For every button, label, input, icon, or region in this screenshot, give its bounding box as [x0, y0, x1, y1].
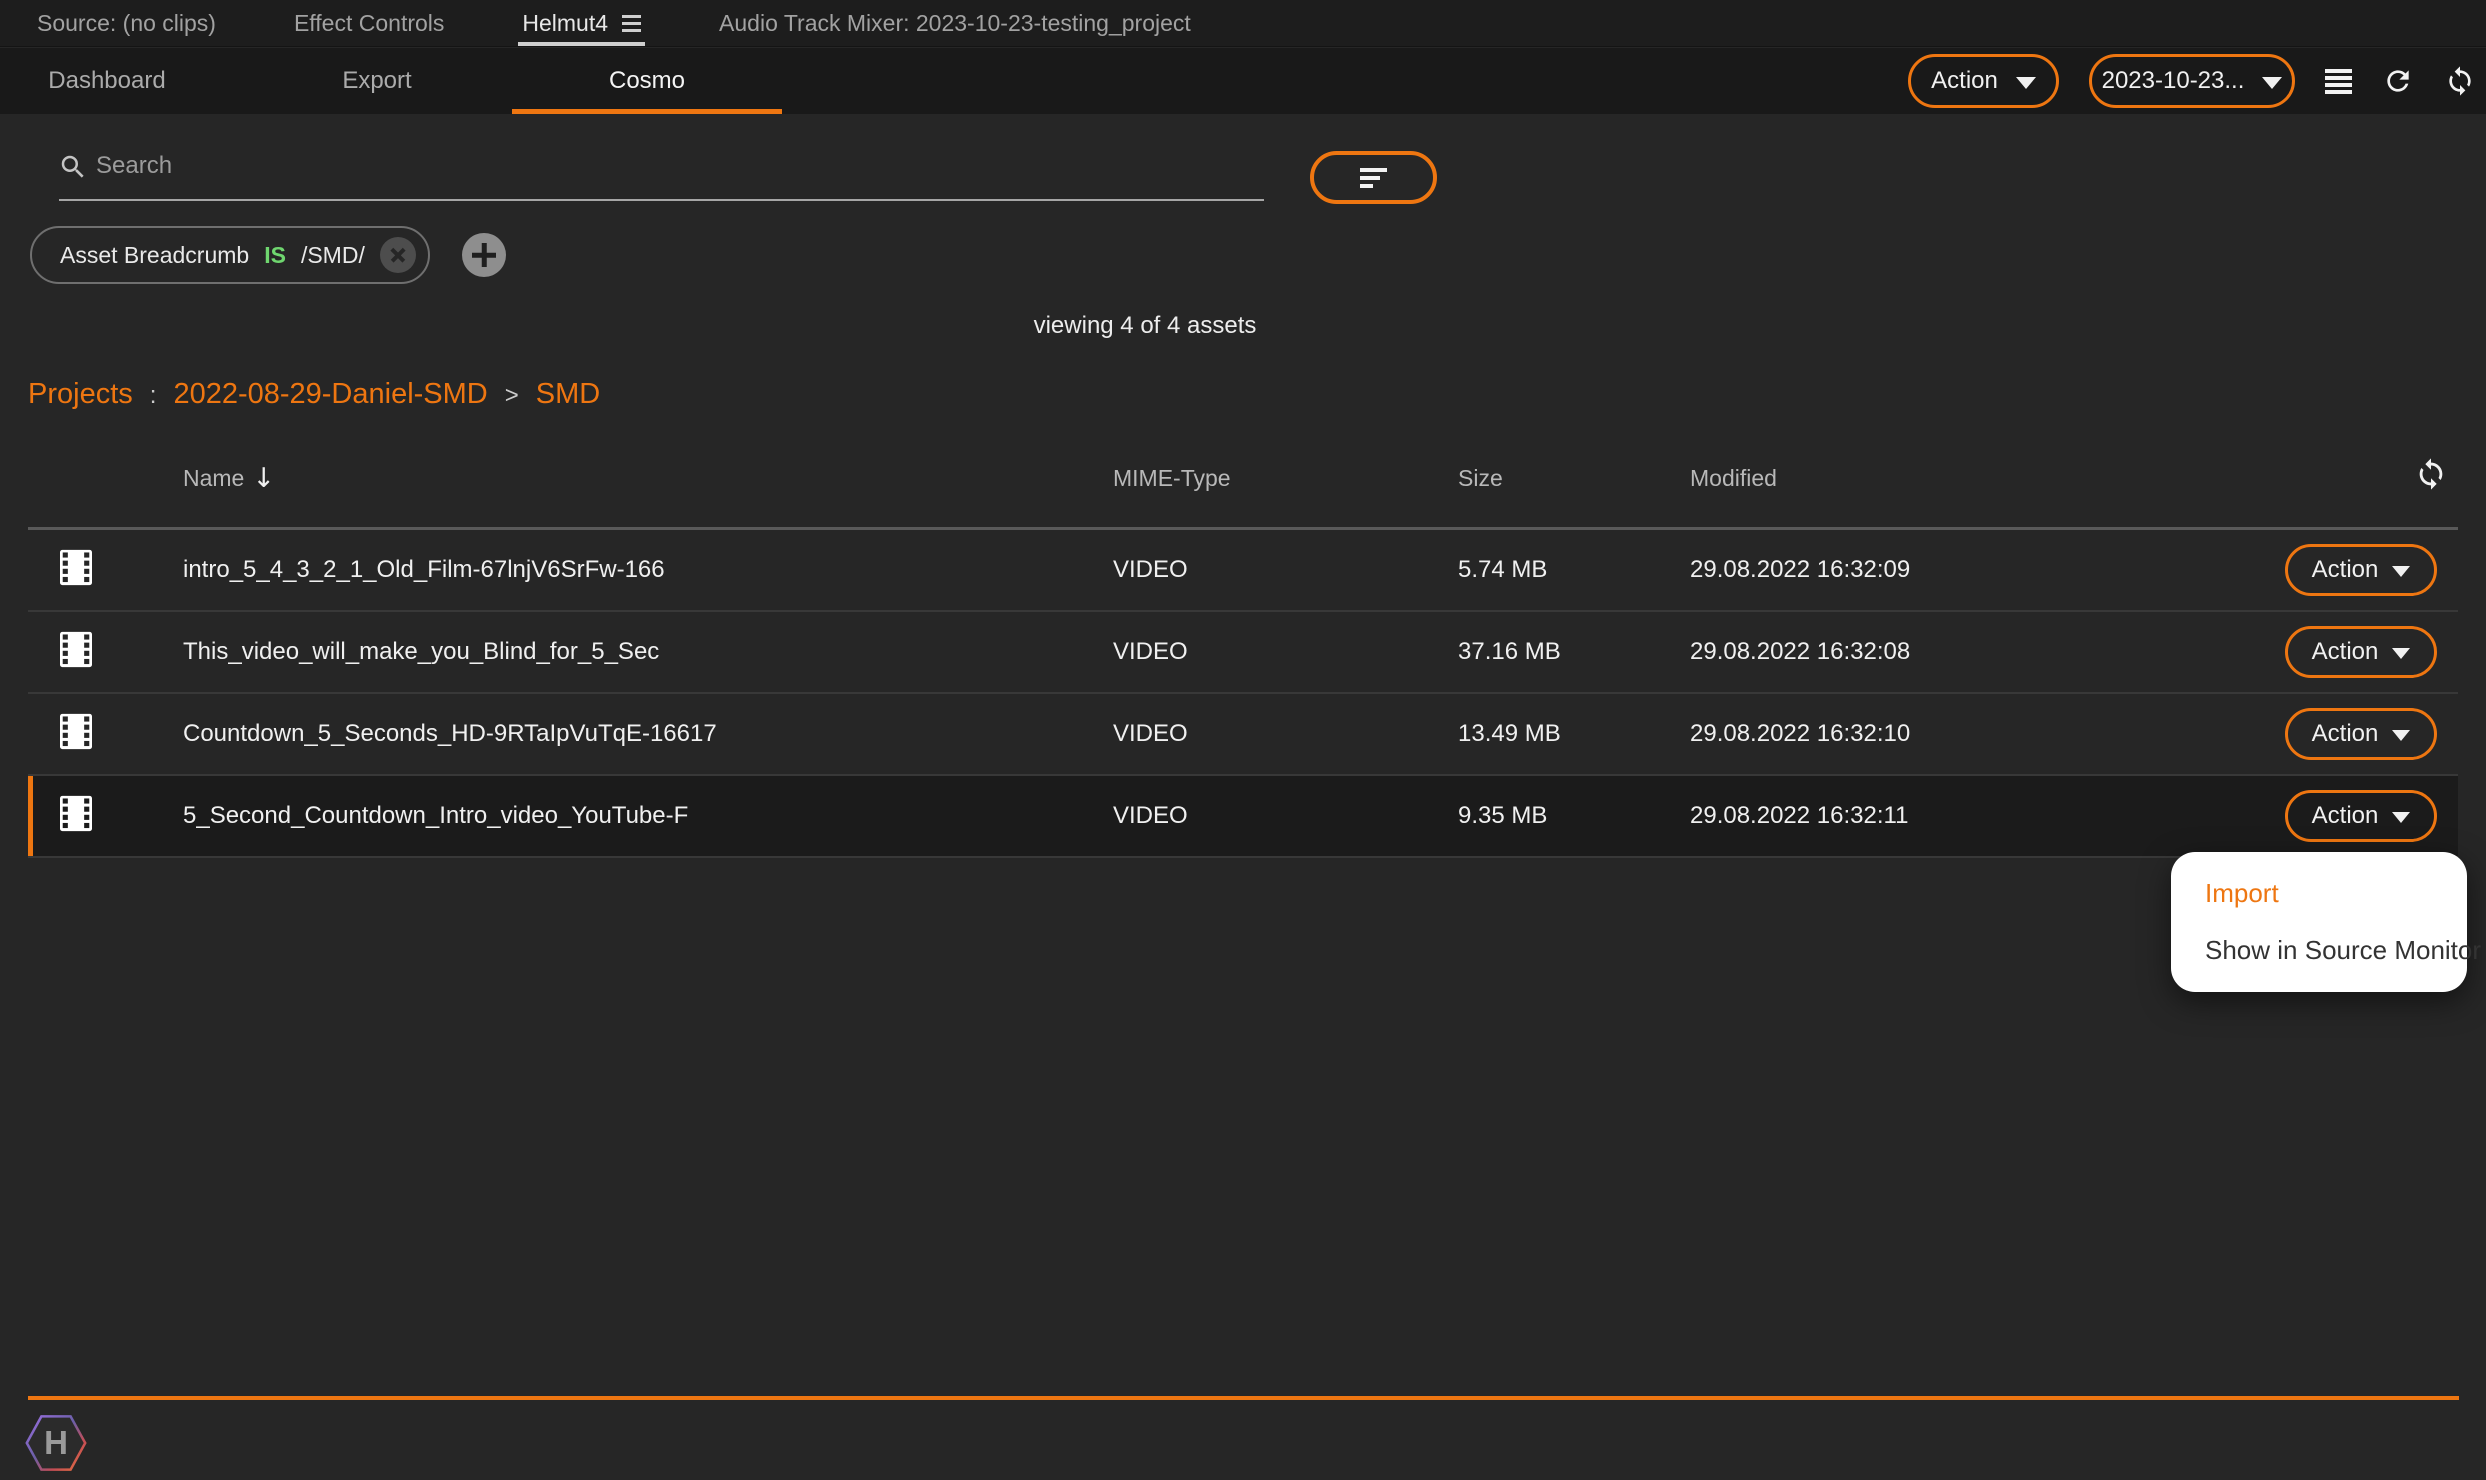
helmut4-cosmo-panel: Source: (no clips) Effect Controls Helmu… — [0, 0, 2486, 1480]
add-filter-button[interactable] — [462, 233, 506, 277]
tab-label: Dashboard — [48, 67, 165, 95]
menu-item-import[interactable]: Import — [2171, 865, 2467, 922]
footer-divider — [28, 1396, 2459, 1400]
remove-filter-icon[interactable] — [380, 237, 416, 273]
tab-label: Cosmo — [609, 67, 685, 95]
asset-name: This_video_will_make_you_Blind_for_5_Sec — [183, 638, 659, 666]
filter-chip-field: Asset Breadcrumb — [60, 242, 249, 269]
row-action-label: Action — [2312, 556, 2379, 584]
logo-letter: H — [44, 1424, 68, 1461]
asset-name: Countdown_5_Seconds_HD-9RTaIpVuTqE-16617 — [183, 720, 717, 748]
table-row[interactable]: This_video_will_make_you_Blind_for_5_Sec… — [28, 612, 2458, 694]
asset-size: 13.49 MB — [1458, 720, 1561, 748]
film-strip-icon — [60, 632, 92, 673]
search-underline — [59, 199, 1264, 201]
nav-right-controls: Action 2023-10-23... — [1908, 48, 2476, 114]
asset-size: 5.74 MB — [1458, 556, 1547, 584]
tab-export[interactable]: Export — [242, 48, 512, 114]
panel-tab-audio-track-mixer[interactable]: Audio Track Mixer: 2023-10-23-testing_pr… — [715, 0, 1195, 46]
helmut-logo: H — [24, 1410, 88, 1480]
column-header-mime-type[interactable]: MIME-Type — [1113, 465, 1231, 492]
chevron-down-icon — [2262, 77, 2282, 89]
project-dropdown-label: 2023-10-23... — [2102, 67, 2245, 95]
breadcrumb-project-folder[interactable]: 2022-08-29-Daniel-SMD — [173, 378, 487, 411]
asset-modified: 29.08.2022 16:32:11 — [1690, 802, 1908, 830]
action-dropdown-label: Action — [1931, 67, 1998, 95]
breadcrumb-projects[interactable]: Projects — [28, 378, 133, 411]
panel-tab-label: Helmut4 — [522, 10, 608, 37]
row-action-dropdown[interactable]: Action — [2285, 708, 2437, 760]
panel-tab-effect-controls[interactable]: Effect Controls — [290, 0, 448, 46]
asset-table: Name ↓ MIME-Type Size Modified intro_5_4… — [28, 455, 2458, 858]
panel-tab-label: Source: (no clips) — [37, 10, 216, 37]
chevron-down-icon — [2392, 812, 2410, 823]
breadcrumb-current-folder[interactable]: SMD — [536, 378, 600, 411]
chevron-down-icon — [2392, 730, 2410, 741]
asset-name: 5_Second_Countdown_Intro_video_YouTube-F — [183, 802, 688, 830]
chevron-down-icon — [2016, 77, 2036, 89]
asset-size: 9.35 MB — [1458, 802, 1547, 830]
table-sync-icon[interactable] — [2414, 457, 2448, 491]
table-row[interactable]: Countdown_5_Seconds_HD-9RTaIpVuTqE-16617… — [28, 694, 2458, 776]
asset-mime: VIDEO — [1113, 556, 1188, 584]
tab-dashboard[interactable]: Dashboard — [0, 48, 242, 114]
filter-chip-asset-breadcrumb: Asset Breadcrumb IS /SMD/ — [30, 226, 430, 284]
refresh-icon[interactable] — [2382, 65, 2414, 97]
chevron-down-icon — [2392, 566, 2410, 577]
row-action-label: Action — [2312, 802, 2379, 830]
search-icon — [58, 152, 88, 187]
row-action-label: Action — [2312, 638, 2379, 666]
search-input[interactable] — [96, 146, 1196, 186]
breadcrumb-separator: : — [150, 382, 157, 410]
asset-size: 37.16 MB — [1458, 638, 1561, 666]
table-header: Name ↓ MIME-Type Size Modified — [28, 455, 2458, 530]
action-context-menu: Import Show in Source Monitor — [2171, 852, 2467, 992]
column-header-modified[interactable]: Modified — [1690, 465, 1777, 492]
list-menu-icon[interactable] — [2325, 69, 2352, 94]
row-action-dropdown[interactable]: Action — [2285, 626, 2437, 678]
panel-tab-label: Audio Track Mixer: 2023-10-23-testing_pr… — [719, 10, 1191, 37]
filter-sort-button[interactable] — [1310, 151, 1437, 204]
filter-chip-value: /SMD/ — [301, 242, 365, 269]
cosmo-nav-bar: Dashboard Export Cosmo Action 2023-10-23… — [0, 48, 2486, 114]
viewing-count: viewing 4 of 4 assets — [1034, 312, 1257, 340]
panel-tab-bar: Source: (no clips) Effect Controls Helmu… — [0, 0, 2486, 47]
column-header-name[interactable]: Name ↓ — [183, 465, 275, 492]
row-action-dropdown[interactable]: Action — [2285, 544, 2437, 596]
sort-descending-icon: ↓ — [252, 465, 275, 492]
breadcrumb: Projects : 2022-08-29-Daniel-SMD > SMD — [28, 378, 600, 411]
asset-mime: VIDEO — [1113, 638, 1188, 666]
global-action-dropdown[interactable]: Action — [1908, 54, 2059, 108]
asset-modified: 29.08.2022 16:32:09 — [1690, 556, 1910, 584]
row-action-dropdown-open[interactable]: Action — [2285, 790, 2437, 842]
table-row[interactable]: intro_5_4_3_2_1_Old_Film-67lnjV6SrFw-166… — [28, 530, 2458, 612]
asset-mime: VIDEO — [1113, 720, 1188, 748]
asset-modified: 29.08.2022 16:32:10 — [1690, 720, 1910, 748]
panel-menu-icon[interactable] — [622, 15, 641, 32]
project-dropdown[interactable]: 2023-10-23... — [2089, 54, 2295, 108]
table-row-selected[interactable]: 5_Second_Countdown_Intro_video_YouTube-F… — [28, 776, 2458, 858]
sort-lines-icon — [1360, 168, 1387, 172]
breadcrumb-separator: > — [505, 382, 519, 410]
film-strip-icon — [60, 550, 92, 591]
row-action-label: Action — [2312, 720, 2379, 748]
asset-mime: VIDEO — [1113, 802, 1188, 830]
column-header-size[interactable]: Size — [1458, 465, 1503, 492]
tab-cosmo[interactable]: Cosmo — [512, 48, 782, 114]
filter-chip-operator: IS — [264, 242, 286, 269]
asset-name: intro_5_4_3_2_1_Old_Film-67lnjV6SrFw-166 — [183, 556, 665, 584]
film-strip-icon — [60, 714, 92, 755]
asset-modified: 29.08.2022 16:32:08 — [1690, 638, 1910, 666]
tab-label: Export — [342, 67, 411, 95]
chevron-down-icon — [2392, 648, 2410, 659]
panel-tab-helmut4[interactable]: Helmut4 — [518, 0, 645, 46]
menu-item-show-in-source-monitor[interactable]: Show in Source Monitor — [2171, 922, 2467, 979]
panel-tab-label: Effect Controls — [294, 10, 444, 37]
panel-tab-source-monitor[interactable]: Source: (no clips) — [33, 0, 220, 46]
film-strip-icon — [60, 796, 92, 837]
sync-icon[interactable] — [2444, 65, 2476, 97]
